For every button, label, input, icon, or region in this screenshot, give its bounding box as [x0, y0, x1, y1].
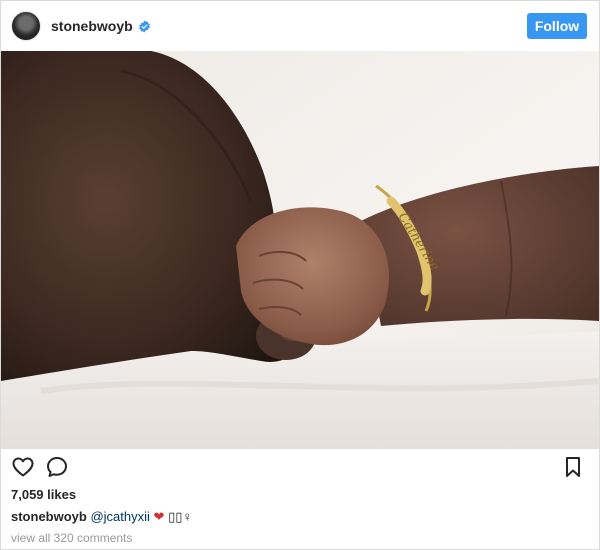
instagram-post: stonebwoyb Follow Catherine 7,059 likes …: [0, 0, 600, 550]
post-caption: stonebwoyb @jcathyxii ❤ ▯▯♀: [11, 509, 192, 525]
post-header: stonebwoyb Follow: [1, 1, 599, 51]
baby-hand-photo: Catherine: [1, 51, 599, 449]
bookmark-icon[interactable]: [561, 455, 585, 479]
likes-count[interactable]: 7,059 likes: [11, 487, 76, 502]
caption-emoji: ▯▯♀: [168, 509, 193, 524]
caption-mention[interactable]: @jcathyxii: [90, 509, 149, 524]
heart-outline-icon[interactable]: [11, 455, 35, 479]
post-image[interactable]: Catherine: [1, 51, 599, 449]
caption-username[interactable]: stonebwoyb: [11, 509, 87, 524]
follow-button[interactable]: Follow: [527, 13, 587, 39]
heart-emoji: ❤: [153, 509, 165, 524]
view-comments-link[interactable]: view all 320 comments: [11, 531, 132, 545]
action-bar: [1, 449, 599, 485]
comment-icon[interactable]: [45, 455, 69, 479]
username[interactable]: stonebwoyb: [51, 18, 133, 34]
verified-badge-icon: [138, 20, 150, 32]
avatar[interactable]: [11, 11, 41, 41]
